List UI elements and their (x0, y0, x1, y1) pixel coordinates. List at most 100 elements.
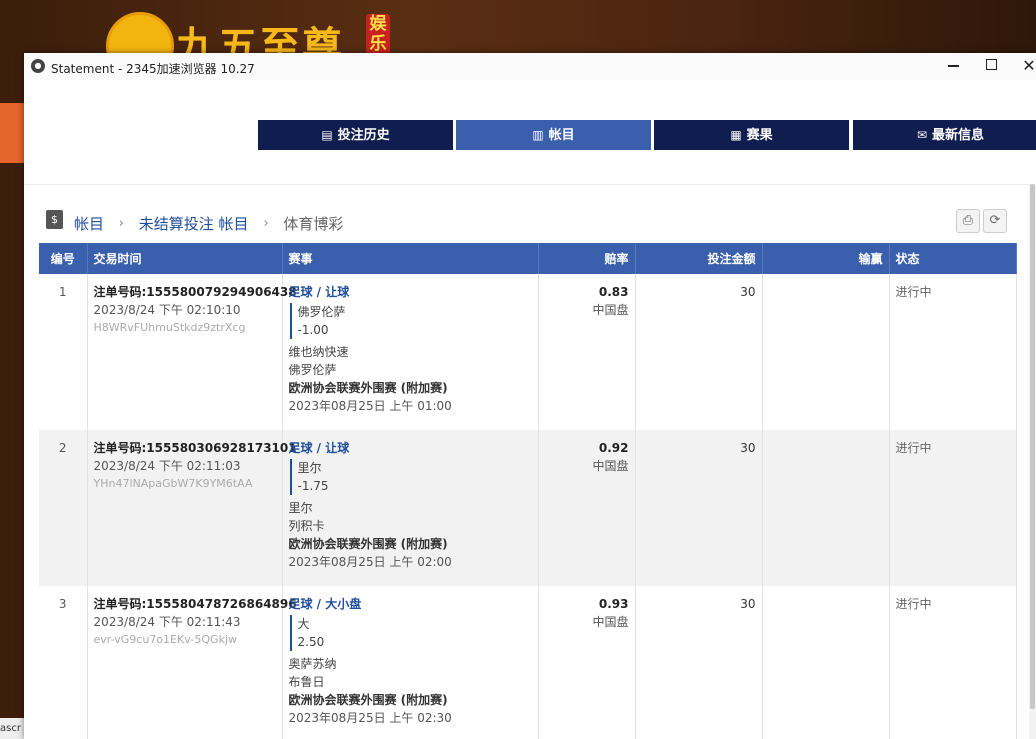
away-team: 布鲁日 (288, 675, 325, 689)
transaction-code: YHn47lNApaGbW7K9YM6tAA (93, 477, 253, 490)
sport-market: 足球 / 大小盘 (288, 597, 362, 611)
statement-table: 编号 交易时间 赛事 赔率 投注金额 输赢 状态 1 注单号码:15558007… (39, 243, 1017, 739)
transaction-cell: 注单号码:155580079294906438 2023/8/24 下午 02:… (87, 274, 297, 430)
table-row: 3 注单号码:155580478726864896 2023/8/24 下午 0… (39, 586, 1017, 739)
odds-type: 中国盘 (592, 459, 629, 473)
winloss-cell (762, 430, 890, 586)
table-header-row: 编号 交易时间 赛事 赔率 投注金额 输赢 状态 (39, 243, 1017, 274)
breadcrumb: 帐目 › 未结算投注 帐目 › 体育博彩 (74, 213, 343, 234)
tab-latest-info[interactable]: ✉ 最新信息 (853, 120, 1036, 150)
print-button[interactable]: ⎙ (956, 209, 980, 233)
table-row: 2 注单号码:155580306928173101 2023/8/24 下午 0… (39, 430, 1017, 586)
col-header-odds: 赔率 (538, 243, 636, 274)
chevron-right-icon: › (263, 216, 269, 231)
odds-cell: 0.92 中国盘 (538, 430, 636, 586)
odds-value: 0.93 (598, 597, 629, 611)
odds-cell: 0.83 中国盘 (538, 274, 636, 430)
stake-cell: 30 (635, 586, 763, 739)
league: 欧洲协会联赛外围赛 (附加赛) (288, 381, 448, 395)
odds-type: 中国盘 (592, 615, 629, 629)
home-team: 里尔 (288, 501, 313, 515)
background-status-text: ascr (0, 718, 24, 739)
minimize-icon (947, 65, 959, 67)
odds-value: 0.83 (598, 285, 629, 299)
background-orange-tab (0, 103, 24, 163)
away-team: 列积卡 (288, 519, 325, 533)
league: 欧洲协会联赛外围赛 (附加赛) (288, 693, 448, 707)
tab-statement[interactable]: ▥ 帐目 (456, 120, 651, 150)
mail-icon: ✉ (916, 128, 928, 142)
match-time: 2023年08月25日 上午 01:00 (288, 399, 452, 413)
sport-market: 足球 / 让球 (288, 441, 350, 455)
match-time: 2023年08月25日 上午 02:00 (288, 555, 452, 569)
status-cell: 进行中 (889, 430, 1017, 586)
transaction-time: 2023/8/24 下午 02:10:10 (93, 303, 241, 317)
row-number: 3 (39, 586, 88, 739)
away-team: 佛罗伦萨 (288, 363, 337, 377)
col-header-no: 编号 (39, 243, 88, 274)
handicap: -1.00 (297, 323, 329, 337)
tab-label: 投注历史 (337, 128, 390, 143)
selection: 大 (297, 617, 310, 631)
tab-bar: ▤ 投注历史 ▥ 帐目 ▦ 赛果 ✉ 最新信息 (24, 80, 1036, 185)
transaction-cell: 注单号码:155580306928173101 2023/8/24 下午 02:… (87, 430, 297, 586)
chevron-right-icon: › (118, 216, 124, 231)
status-cell: 进行中 (889, 586, 1017, 739)
browser-popup-window: ● Statement - 2345加速浏览器 10.27 ✕ ▤ 投注历史 ▥ 帐… (24, 53, 1036, 739)
stake-cell: 30 (635, 430, 763, 586)
results-icon: ▦ (730, 128, 742, 142)
window-titlebar[interactable]: ● Statement - 2345加速浏览器 10.27 ✕ (24, 53, 1036, 80)
tab-label: 赛果 (746, 128, 773, 143)
ledger-icon: $ (46, 210, 63, 229)
winloss-cell (762, 274, 890, 430)
selection: 里尔 (297, 461, 322, 475)
receipt-icon: ▤ (321, 128, 333, 142)
transaction-cell: 注单号码:155580478726864896 2023/8/24 下午 02:… (87, 586, 297, 739)
stake-cell: 30 (635, 274, 763, 430)
col-header-status: 状态 (889, 243, 1017, 274)
window-title: Statement - 2345加速浏览器 10.27 (51, 62, 255, 76)
odds-type: 中国盘 (592, 303, 629, 317)
scrollbar-thumb[interactable] (1030, 184, 1035, 709)
row-number: 2 (39, 430, 88, 586)
close-icon: ✕ (1022, 56, 1036, 75)
status-cell: 进行中 (889, 274, 1017, 430)
tab-results[interactable]: ▦ 赛果 (654, 120, 849, 150)
breadcrumb-root[interactable]: 帐目 (74, 215, 104, 233)
sport-market: 足球 / 让球 (288, 285, 350, 299)
home-team: 奥萨苏纳 (288, 657, 337, 671)
table-row: 1 注单号码:155580079294906438 2023/8/24 下午 0… (39, 274, 1017, 430)
transaction-code: evr-vG9cu7o1EKv-5QGkjw (93, 633, 238, 646)
home-team: 维也纳快速 (288, 345, 349, 359)
selection-block: 大 2.50 (289, 615, 532, 651)
selection-block: 里尔 -1.75 (289, 459, 532, 495)
vertical-scrollbar[interactable] (1029, 184, 1036, 739)
winloss-cell (762, 586, 890, 739)
event-cell: 足球 / 大小盘 大 2.50 奥萨苏纳 布鲁日 欧洲协会联赛外围赛 (附加赛)… (282, 586, 539, 739)
tab-bet-history[interactable]: ▤ 投注历史 (258, 120, 453, 150)
col-header-winloss: 输赢 (762, 243, 890, 274)
maximize-button[interactable] (980, 56, 1002, 76)
close-button[interactable]: ✕ (1018, 56, 1036, 76)
odds-cell: 0.93 中国盘 (538, 586, 636, 739)
match-time: 2023年08月25日 上午 02:30 (288, 711, 452, 725)
refresh-button[interactable]: ⟳ (983, 209, 1007, 233)
page-content: ▤ 投注历史 ▥ 帐目 ▦ 赛果 ✉ 最新信息 $ 帐目 › 未结算投注 帐目 › 体育… (24, 80, 1036, 739)
col-header-stake: 投注金额 (635, 243, 763, 274)
minimize-button[interactable] (942, 56, 964, 76)
transaction-time: 2023/8/24 下午 02:11:03 (93, 459, 241, 473)
selection: 佛罗伦萨 (297, 305, 346, 319)
printer-icon: ⎙ (962, 213, 974, 228)
ledger-icon: ▥ (532, 128, 544, 142)
breadcrumb-area-inner: $ 帐目 › 未结算投注 帐目 › 体育博彩 ⎙ ⟳ (24, 185, 1036, 243)
event-cell: 足球 / 让球 里尔 -1.75 里尔 列积卡 欧洲协会联赛外围赛 (附加赛) … (282, 430, 539, 586)
event-cell: 足球 / 让球 佛罗伦萨 -1.00 维也纳快速 佛罗伦萨 欧洲协会联赛外围赛 … (282, 274, 539, 430)
breadcrumb-current: 体育博彩 (283, 215, 344, 233)
transaction-time: 2023/8/24 下午 02:11:43 (93, 615, 241, 629)
breadcrumb-middle[interactable]: 未结算投注 帐目 (139, 215, 249, 233)
handicap: 2.50 (297, 635, 325, 649)
col-header-event: 赛事 (282, 243, 539, 274)
breadcrumb-area: $ 帐目 › 未结算投注 帐目 › 体育博彩 ⎙ ⟳ (24, 185, 1036, 243)
handicap: -1.75 (297, 479, 329, 493)
maximize-icon (985, 59, 997, 70)
